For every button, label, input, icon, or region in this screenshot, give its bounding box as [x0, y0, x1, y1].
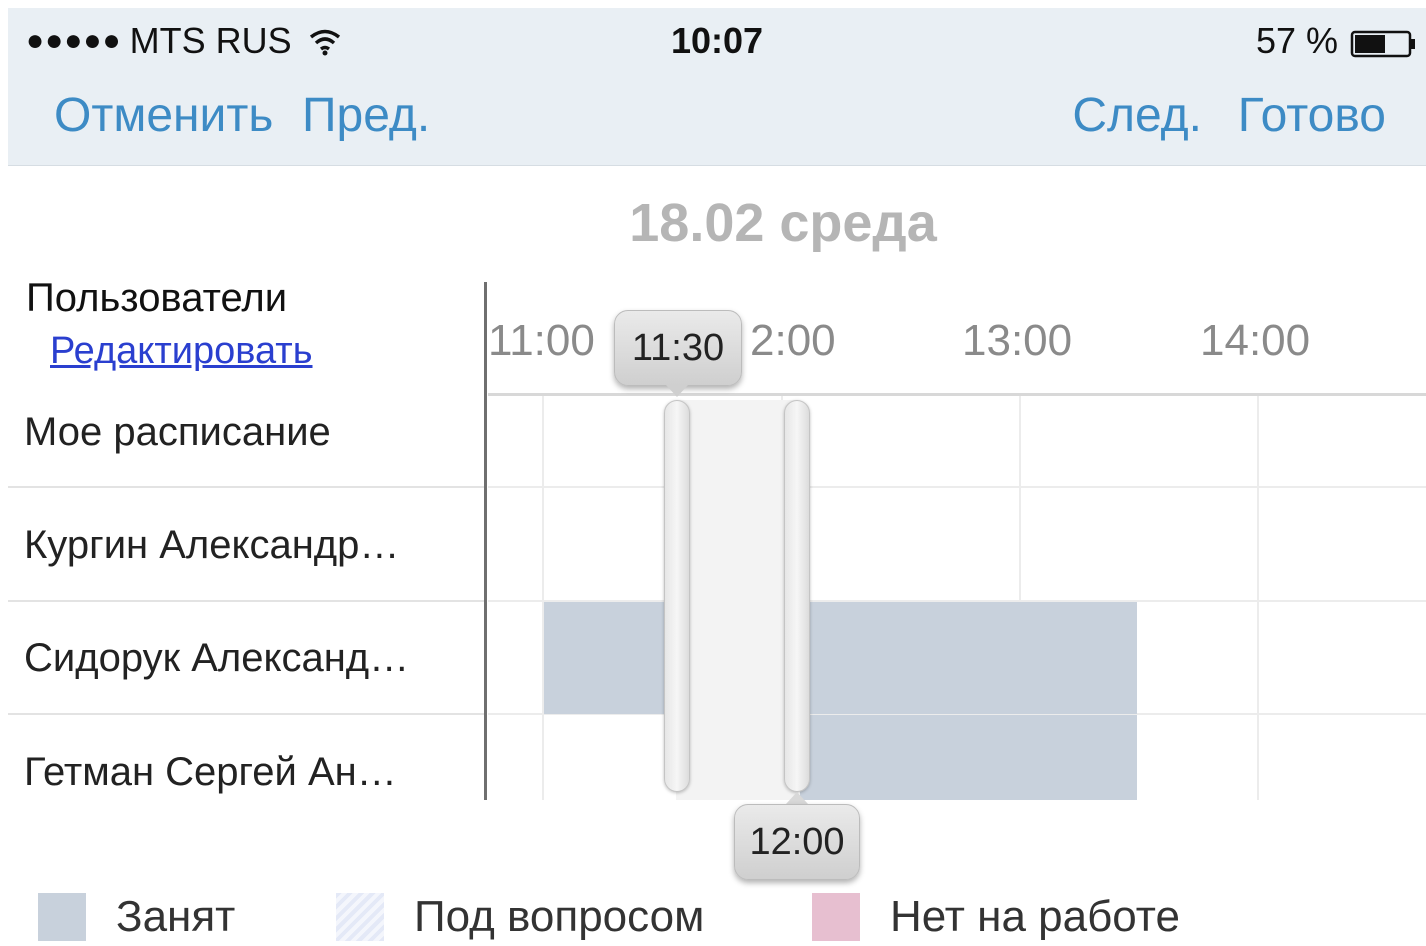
- start-time-handle[interactable]: [664, 400, 690, 792]
- navigation-bar: Отменить Пред. След. Готово: [8, 82, 1426, 152]
- time-label: 14:00: [1200, 316, 1311, 365]
- battery-icon: [1350, 26, 1420, 58]
- legend-label: Нет на работе: [890, 892, 1180, 941]
- row-label-user[interactable]: Кургин Александр…: [24, 523, 464, 568]
- time-label: 13:00: [962, 316, 1073, 365]
- grid-row-line: [488, 486, 1426, 488]
- top-bar: ●●●●● MTS RUS 10:07 57 % Отменить Пред. …: [8, 8, 1426, 166]
- grid-hour-line: [1257, 396, 1259, 800]
- battery-percent: 57 %: [1255, 20, 1338, 61]
- legend-swatch-busy: [38, 893, 86, 941]
- selected-time-range[interactable]: [676, 400, 798, 800]
- legend-swatch-tentative: [336, 893, 384, 941]
- end-time-bubble: 12:00: [734, 804, 860, 880]
- legend-label: Занят: [116, 892, 236, 941]
- row-separator: [8, 713, 486, 715]
- column-divider: [484, 282, 487, 800]
- battery-info: 57 %: [1256, 20, 1420, 62]
- busy-block[interactable]: [800, 602, 1137, 714]
- legend-busy: Занят: [38, 892, 235, 942]
- busy-block[interactable]: [800, 715, 1137, 800]
- legend-label: Под вопросом: [414, 892, 705, 941]
- row-label-my-schedule[interactable]: Мое расписание: [24, 410, 464, 455]
- date-title: 18.02 среда: [629, 193, 937, 253]
- legend-away: Нет на работе: [812, 892, 1180, 942]
- edit-users-link[interactable]: Редактировать: [50, 330, 313, 373]
- row-label-user[interactable]: Гетман Сергей Ан…: [24, 750, 464, 795]
- start-bubble-pointer: [666, 385, 688, 397]
- time-label: 2:00: [750, 316, 836, 365]
- row-separator: [8, 600, 486, 602]
- legend-tentative: Под вопросом: [336, 892, 704, 942]
- time-axis: [488, 393, 1426, 396]
- next-button[interactable]: След.: [1072, 88, 1202, 143]
- row-label-user[interactable]: Сидорук Александ…: [24, 636, 464, 681]
- time-label: 11:00: [488, 316, 595, 365]
- previous-button[interactable]: Пред.: [302, 88, 430, 143]
- end-bubble-pointer: [786, 792, 808, 804]
- done-button[interactable]: Готово: [1238, 88, 1386, 143]
- status-bar: ●●●●● MTS RUS 10:07 57 %: [8, 8, 1426, 70]
- end-time-handle[interactable]: [784, 400, 810, 792]
- clock: 10:07: [670, 20, 764, 61]
- legend-swatch-away: [812, 893, 860, 941]
- row-separator: [8, 486, 486, 488]
- users-header: Пользователи: [26, 276, 288, 320]
- busy-block[interactable]: [544, 602, 668, 714]
- cancel-button[interactable]: Отменить: [54, 88, 273, 143]
- start-time-bubble: 11:30: [614, 310, 742, 386]
- grid-hour-line: [542, 396, 544, 800]
